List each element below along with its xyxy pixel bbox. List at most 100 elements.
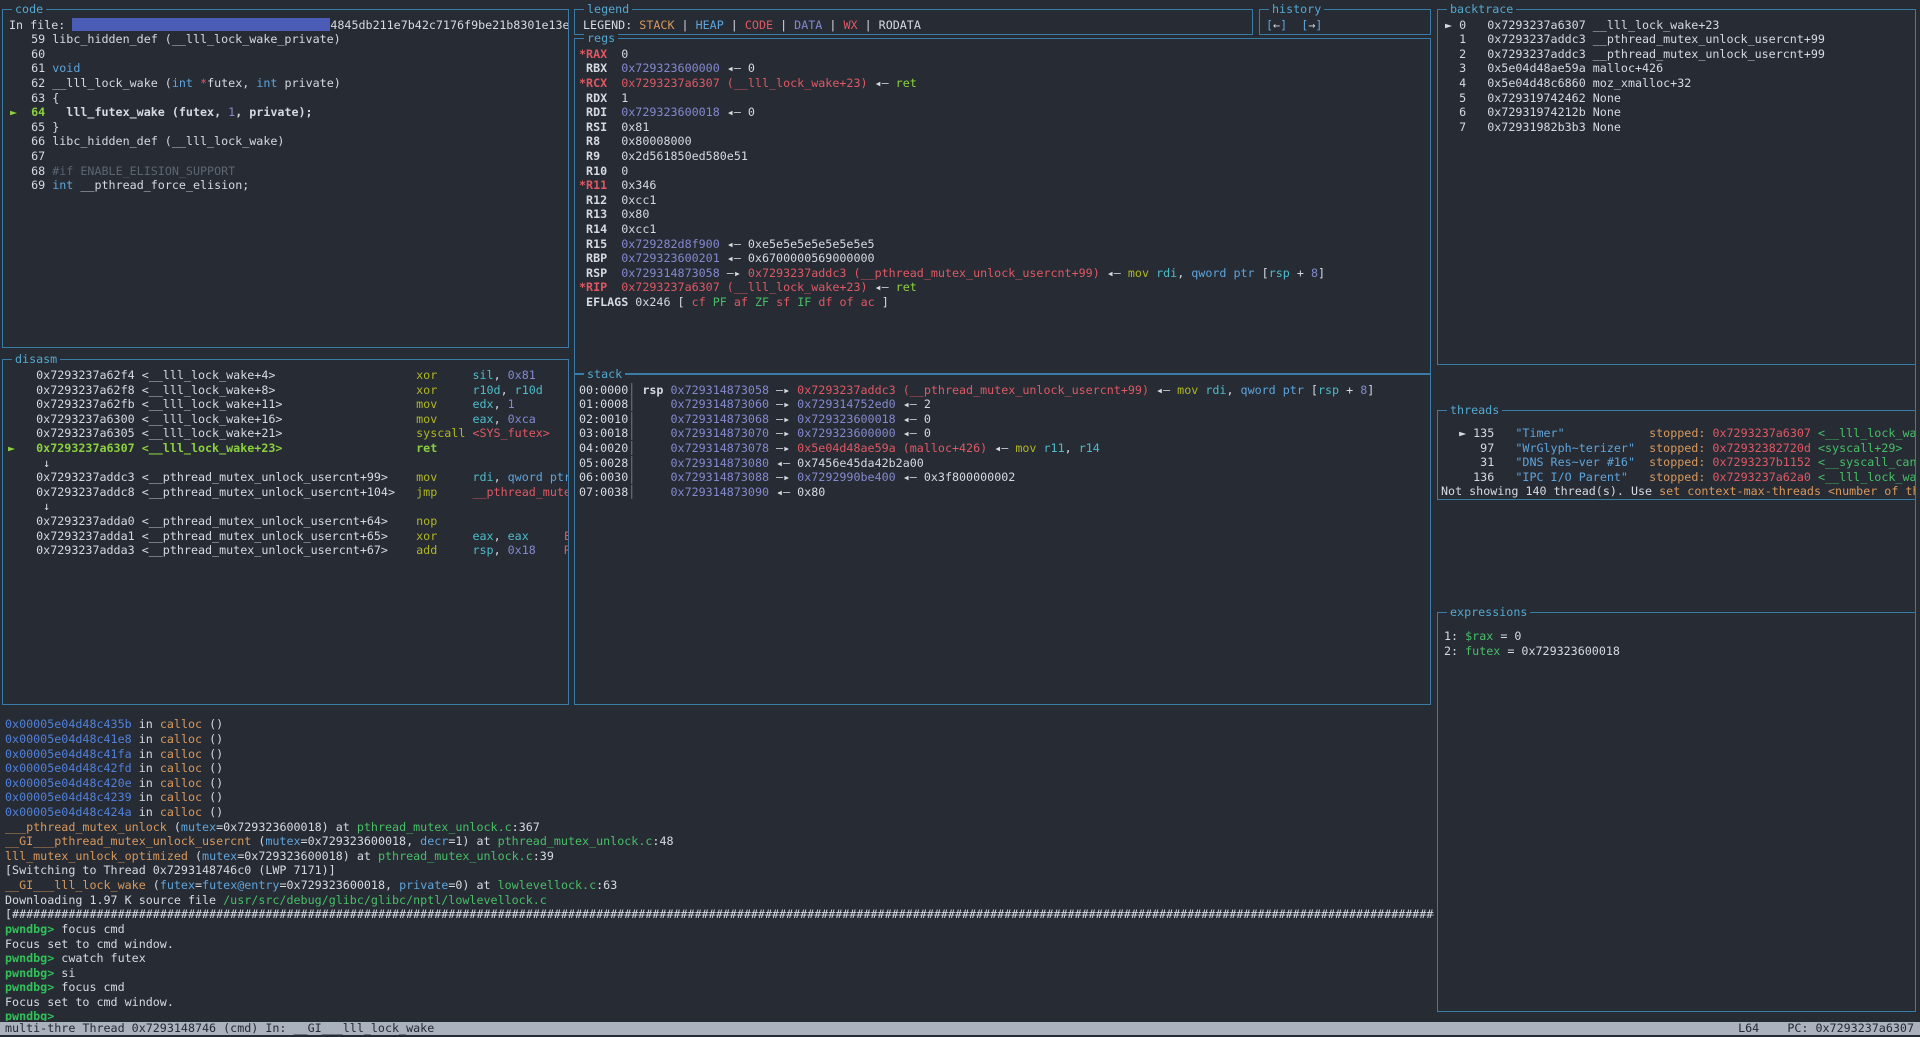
- gdb-console-output[interactable]: 0x00005e04d48c435b in calloc ()0x00005e0…: [0, 705, 1434, 1021]
- terminal-line: pwndbg> si: [5, 966, 75, 980]
- terminal-line: EFLAGS 0x246 [ cf PF af ZF sf IF df of a…: [579, 295, 889, 309]
- terminal-line: 0x7293237a6305 <__lll_lock_wake+21> sysc…: [8, 426, 550, 440]
- terminal-line: R9 0x2d561850ed580e51: [579, 149, 748, 163]
- terminal-line: 03:0018│ 0x729314873070 —▸ 0x72932360000…: [579, 426, 931, 440]
- terminal-line: 66 libc_hidden_def (__lll_lock_wake): [10, 134, 284, 148]
- terminal-line: *RIP 0x7293237a6307 (__lll_lock_wake+23)…: [579, 280, 917, 294]
- terminal-line: R10 0: [579, 164, 628, 178]
- expressions-panel-content: 1: $rax = 02: futex = 0x729323600018: [1438, 613, 1915, 1011]
- history-panel-title: history: [1269, 2, 1324, 16]
- terminal-line: 0x00005e04d48c41e8 in calloc (): [5, 732, 223, 746]
- code-panel-title: code: [12, 2, 46, 16]
- terminal-line: ↓: [8, 499, 50, 513]
- expressions-panel: expressions 1: $rax = 02: futex = 0x7293…: [1437, 612, 1916, 1012]
- terminal-line: 0x00005e04d48c420e in calloc (): [5, 776, 223, 790]
- terminal-line: 136 "IPC I/O Parent" stopped: 0x7293237a…: [1445, 470, 1915, 484]
- legend-panel-content: LEGEND: STACK | HEAP | CODE | DATA | WX …: [575, 10, 1252, 34]
- terminal-line: *RAX 0: [579, 47, 628, 61]
- terminal-line: 00:0000│ rsp 0x729314873058 —▸ 0x7293237…: [579, 383, 1374, 397]
- terminal-line: ↓: [8, 456, 50, 470]
- status-bar-right: L64 PC: 0x7293237a6307: [1738, 1022, 1914, 1035]
- threads-panel-title: threads: [1447, 403, 1502, 417]
- backtrace-panel: backtrace ► 0 0x7293237a6307 __lll_lock_…: [1437, 9, 1916, 365]
- terminal-line: 3 0x5e04d48ae59a malloc+426: [1445, 61, 1663, 75]
- expressions-panel-title: expressions: [1447, 605, 1530, 619]
- terminal-line: 65 }: [10, 120, 59, 134]
- terminal-line: 05:0028│ 0x729314873080 ◂— 0x7456e45da42…: [579, 456, 924, 470]
- disasm-panel: disasm 0x7293237a62f4 <__lll_lock_wake+4…: [2, 359, 569, 705]
- threads-panel: threads ► 135 "Timer" stopped: 0x7293237…: [1437, 410, 1916, 500]
- backtrace-panel-title: backtrace: [1447, 2, 1516, 16]
- terminal-line: 59 libc_hidden_def (__lll_lock_wake_priv…: [10, 32, 341, 46]
- terminal-line: 4 0x5e04d48c6860 moz_xmalloc+32: [1445, 76, 1691, 90]
- terminal-line: 04:0020│ 0x729314873078 —▸ 0x5e04d48ae59…: [579, 441, 1100, 455]
- terminal-line: 0x00005e04d48c435b in calloc (): [5, 717, 223, 731]
- terminal-line: ___pthread_mutex_unlock (mutex=0x7293236…: [5, 820, 540, 834]
- registers-panel-title: regs: [584, 31, 618, 45]
- registers-panel-content: *RAX 0 RBX 0x729323600000 ◂— 0*RCX 0x729…: [575, 39, 1430, 373]
- terminal-line: LEGEND: STACK | HEAP | CODE | DATA | WX …: [583, 18, 921, 32]
- disasm-panel-title: disasm: [12, 352, 60, 366]
- code-panel: code In file: 4845db211e7b42c7176f9be21b…: [2, 9, 569, 348]
- status-bar-left: multi-thre Thread 0x7293148746 (cmd) In:…: [5, 1022, 434, 1035]
- terminal-line: 7 0x72931982b3b3 None: [1445, 120, 1621, 134]
- terminal-line: __GI___lll_lock_wake (futex=futex@entry=…: [5, 878, 617, 892]
- terminal-line: R14 0xcc1: [579, 222, 656, 236]
- terminal-line: 0x7293237adda1 <__pthread_mutex_unlock_u…: [8, 529, 568, 543]
- threads-panel-content: ► 135 "Timer" stopped: 0x7293237a6307 <_…: [1438, 411, 1915, 499]
- terminal-line: lll_mutex_unlock_optimized (mutex=0x7293…: [5, 849, 554, 863]
- terminal-line: ► 0 0x7293237a6307 __lll_lock_wake+23: [1445, 18, 1719, 32]
- terminal-line: 0x7293237a62fb <__lll_lock_wake+11> mov …: [8, 397, 515, 411]
- terminal-line: 0x00005e04d48c4239 in calloc (): [5, 790, 223, 804]
- terminal-line: 2 0x7293237addc3 __pthread_mutex_unlock_…: [1445, 47, 1825, 61]
- terminal-line: Focus set to cmd window.: [5, 937, 174, 951]
- terminal-line: RBP 0x729323600201 ◂— 0x6700000569000000: [579, 251, 875, 265]
- terminal-line: 0x7293237addc8 <__pthread_mutex_unlock_u…: [8, 485, 568, 499]
- stack-panel-content: 00:0000│ rsp 0x729314873058 —▸ 0x7293237…: [575, 375, 1430, 704]
- terminal-line: 0x7293237a6300 <__lll_lock_wake+16> mov …: [8, 412, 536, 426]
- stack-panel: stack 00:0000│ rsp 0x729314873058 —▸ 0x7…: [574, 374, 1431, 705]
- history-nav[interactable]: [←] [→]: [1266, 18, 1322, 32]
- terminal-line: Not showing 140 thread(s). Use set conte…: [1441, 484, 1915, 498]
- pwndbg-terminal: code In file: 4845db211e7b42c7176f9be21b…: [0, 0, 1920, 1037]
- terminal-line: pwndbg> focus cmd: [5, 922, 125, 936]
- terminal-line: R13 0x80: [579, 207, 649, 221]
- terminal-line: RDI 0x729323600018 ◂— 0: [579, 105, 755, 119]
- terminal-line: ► 135 "Timer" stopped: 0x7293237a6307 <_…: [1445, 426, 1915, 440]
- legend-panel: legend LEGEND: STACK | HEAP | CODE | DAT…: [574, 9, 1253, 35]
- terminal-line: 0x7293237a62f4 <__lll_lock_wake+4> xor s…: [8, 368, 536, 382]
- terminal-line: 0x7293237addc3 <__pthread_mutex_unlock_u…: [8, 470, 568, 484]
- terminal-line: 2: futex = 0x729323600018: [1444, 644, 1620, 658]
- terminal-line: [Switching to Thread 0x7293148746c0 (LWP…: [5, 863, 336, 877]
- terminal-line: *R11 0x346: [579, 178, 656, 192]
- terminal-line: 01:0008│ 0x729314873060 —▸ 0x729314752ed…: [579, 397, 931, 411]
- terminal-line: pwndbg> focus cmd: [5, 980, 125, 994]
- terminal-line: R8 0x80008000: [579, 134, 692, 148]
- terminal-line: Downloading 1.97 K source file /usr/src/…: [5, 893, 547, 907]
- terminal-line: 60: [10, 47, 45, 61]
- terminal-line: 67: [10, 149, 45, 163]
- backtrace-panel-content: ► 0 0x7293237a6307 __lll_lock_wake+23 1 …: [1438, 10, 1915, 364]
- redacted-path: [72, 18, 330, 31]
- disasm-panel-content: 0x7293237a62f4 <__lll_lock_wake+4> xor s…: [3, 360, 568, 704]
- terminal-line: 06:0030│ 0x729314873088 —▸ 0x7292990be40…: [579, 470, 1015, 484]
- terminal-line: 0x00005e04d48c424a in calloc (): [5, 805, 223, 819]
- terminal-line: 5 0x729319742462 None: [1445, 91, 1621, 105]
- terminal-line: 1 0x7293237addc3 __pthread_mutex_unlock_…: [1445, 32, 1825, 46]
- command-prompt[interactable]: pwndbg>: [5, 1009, 54, 1022]
- terminal-line: 97 "WrGlyph~terizer" stopped: 0x72932382…: [1445, 441, 1902, 455]
- terminal-line: 0x00005e04d48c41fa in calloc (): [5, 747, 223, 761]
- terminal-line: *RCX 0x7293237a6307 (__lll_lock_wake+23)…: [579, 76, 917, 90]
- terminal-line: 63 {: [10, 91, 59, 105]
- terminal-line: 0x7293237a62f8 <__lll_lock_wake+8> xor r…: [8, 383, 543, 397]
- terminal-line: ► 0x7293237a6307 <__lll_lock_wake+23> re…: [8, 441, 437, 455]
- terminal-line: 6 0x72931974212b None: [1445, 105, 1621, 119]
- terminal-line: 61 void: [10, 61, 80, 75]
- terminal-line: 0x7293237adda0 <__pthread_mutex_unlock_u…: [8, 514, 437, 528]
- terminal-line: 0x00005e04d48c42fd in calloc (): [5, 761, 223, 775]
- stack-panel-title: stack: [584, 367, 625, 381]
- terminal-line: Focus set to cmd window.: [5, 995, 174, 1009]
- terminal-line: 1: $rax = 0: [1444, 629, 1521, 643]
- terminal-line: R15 0x729282d8f900 ◂— 0xe5e5e5e5e5e5e5e5: [579, 237, 875, 251]
- terminal-line: 07:0038│ 0x729314873090 ◂— 0x80: [579, 485, 825, 499]
